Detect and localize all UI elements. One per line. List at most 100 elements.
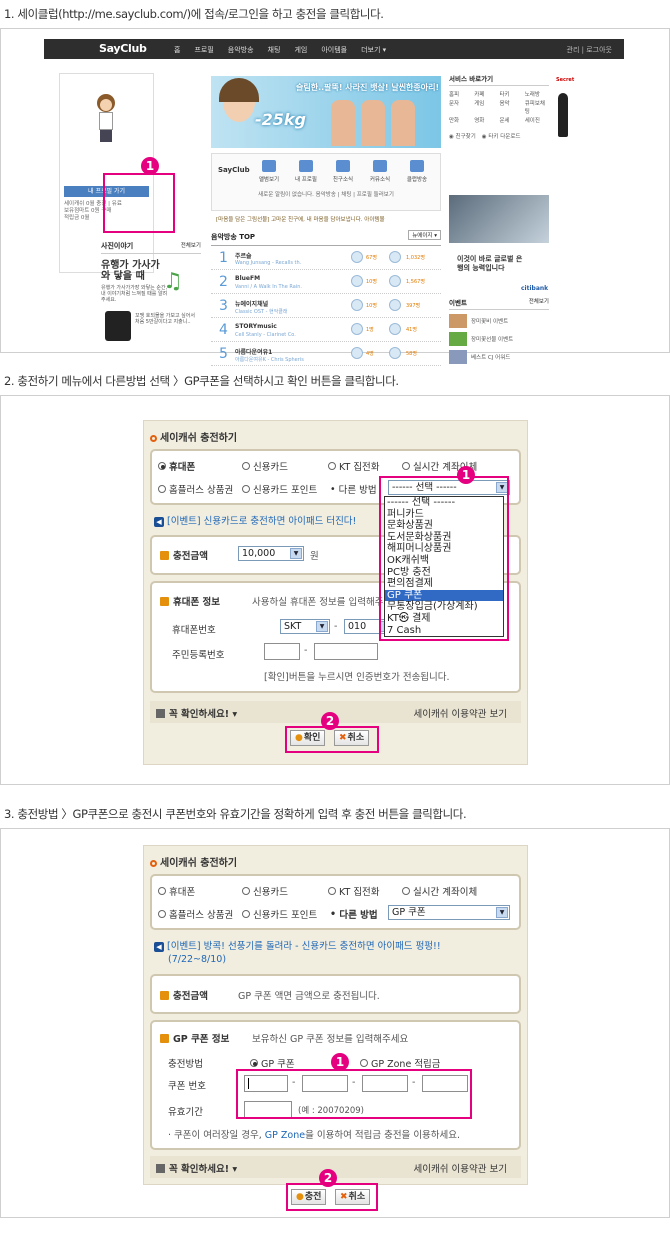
station-name[interactable]: 주르슬 bbox=[235, 251, 252, 260]
method-card[interactable]: 신용카드 bbox=[242, 884, 288, 898]
dash: - bbox=[304, 645, 308, 656]
download-icon[interactable] bbox=[389, 347, 401, 359]
promo-banner[interactable]: 슬림한..팔뚝! 사라진 뱃살! 날씬한종아리! -25kg bbox=[211, 76, 441, 148]
shortcut-link[interactable]: 게임 bbox=[474, 99, 498, 115]
banner-slogan: 슬림한..팔뚝! 사라진 뱃살! 날씬한종아리! bbox=[296, 83, 440, 92]
download-icon[interactable] bbox=[389, 275, 401, 287]
rrn-front-input[interactable] bbox=[264, 643, 300, 660]
method-kt[interactable]: KT 집전화 bbox=[328, 884, 380, 898]
download-icon[interactable] bbox=[389, 251, 401, 263]
method-homeplus[interactable]: 홈플러스 상품권 bbox=[158, 907, 233, 921]
amount-select[interactable]: 10,000 ▼ bbox=[238, 546, 304, 561]
station-name[interactable]: 아름다운여유1 bbox=[235, 347, 272, 356]
method-card[interactable]: 신용카드 bbox=[242, 459, 288, 473]
play-icon[interactable] bbox=[351, 323, 363, 335]
event-text: [이벤트] 방콕! 선풍기를 돌려라 - 신용카드 충전하면 아이패드 펑펑!! bbox=[167, 941, 441, 952]
method-gp-zone[interactable]: GP Zone 적립금 bbox=[360, 1056, 441, 1070]
story-headline[interactable]: 유행가 가사가 와 닿을 때 bbox=[101, 260, 161, 282]
svc-friends[interactable]: 친구소식 bbox=[328, 160, 358, 183]
svc-community[interactable]: 커뮤소식 bbox=[365, 160, 395, 183]
taki-icon[interactable]: ◉ 타키 다운로드 bbox=[482, 132, 521, 140]
rank-row[interactable]: 4 STORYmusic Cell Stanly - Clarinet Co. 1명 4… bbox=[211, 318, 441, 342]
method-label: KT 집전화 bbox=[339, 887, 380, 898]
menu-music[interactable]: 음악방송 bbox=[228, 45, 254, 55]
citibank-ad[interactable]: 이것이 바로 글로벌 은행의 능력입니다 citibank bbox=[449, 165, 549, 295]
shortcut-link[interactable]: 영화 bbox=[474, 116, 498, 124]
terms-link[interactable]: 세이캐쉬 이용약관 보기 bbox=[414, 1161, 507, 1175]
menu-home[interactable]: 홈 bbox=[174, 45, 180, 55]
event-banner[interactable]: ◀ [이벤트] 방콕! 선풍기를 돌려라 - 신용카드 충전하면 아이패드 펑펑!… bbox=[154, 940, 441, 966]
other-method-select[interactable]: GP 쿠폰 ▼ bbox=[388, 905, 510, 920]
download-icon[interactable] bbox=[389, 299, 401, 311]
rrn-back-input[interactable] bbox=[314, 643, 378, 660]
method-phone[interactable]: 휴대폰 bbox=[158, 884, 195, 898]
story-more[interactable]: 전체보기 bbox=[181, 241, 201, 249]
play-icon[interactable] bbox=[351, 347, 363, 359]
menu-game[interactable]: 게임 bbox=[294, 45, 307, 55]
shortcut-link[interactable]: 홈피 bbox=[449, 90, 473, 98]
method-card-point[interactable]: 신용카드 포인트 bbox=[242, 907, 317, 921]
method-phone[interactable]: 휴대폰 bbox=[158, 459, 195, 473]
story-item[interactable]: 꼬맹 호되몰을 가보고 싶어서 처음 5만갈이다고 지출니.. bbox=[135, 313, 195, 325]
highlight-dropdown bbox=[379, 476, 509, 641]
story-thumbnail[interactable] bbox=[105, 311, 131, 341]
play-icon[interactable] bbox=[351, 299, 363, 311]
svc-profile[interactable]: 내 프로필 bbox=[291, 160, 321, 183]
menu-chat[interactable]: 채팅 bbox=[268, 45, 281, 55]
station-name[interactable]: BlueFM bbox=[235, 275, 260, 282]
rrn-label: 주민등록번호 bbox=[172, 650, 225, 661]
shortcut-link[interactable]: 노래방 bbox=[525, 90, 549, 98]
shortcut-link[interactable]: 음악 bbox=[500, 99, 524, 115]
method-label: 홈플러스 상품권 bbox=[169, 485, 234, 496]
rank-row[interactable]: 5 아름다운여유1 아름다운여유K - Chris Spheris 4명 58명 bbox=[211, 342, 441, 366]
event-more[interactable]: 전체보기 bbox=[529, 297, 549, 305]
play-icon[interactable] bbox=[351, 251, 363, 263]
shortcut-link[interactable]: 운세 bbox=[500, 116, 524, 124]
step3-badge-1: 1 bbox=[331, 1053, 349, 1071]
carrier-value: SKT bbox=[284, 621, 302, 632]
event-item[interactable]: 베스트 CJ 어워드 bbox=[449, 350, 549, 364]
menu-more[interactable]: 더보기 ▾ bbox=[361, 45, 386, 55]
station-name[interactable]: STORYmusic bbox=[235, 323, 277, 330]
shortcut-link[interactable]: 타키 bbox=[500, 90, 524, 98]
shortcut-link[interactable]: 세이진 bbox=[525, 116, 549, 124]
ticker[interactable]: [마음을 담은 그림선물] 고마운 친구에, 내 마음을 담아보냅니다. 아이템… bbox=[216, 215, 436, 227]
method-card-point[interactable]: 신용카드 포인트 bbox=[242, 482, 317, 496]
confirm-note[interactable]: 꼭 확인하세요! ▾ bbox=[156, 1161, 237, 1175]
svc-album[interactable]: 앨범보기 bbox=[254, 160, 284, 183]
shortcut-link[interactable]: 문자 bbox=[449, 99, 473, 115]
play-icon[interactable] bbox=[351, 275, 363, 287]
event-item[interactable]: 장미꽃비 이벤트 bbox=[449, 314, 549, 328]
shortcut-link[interactable]: 카페 bbox=[474, 90, 498, 98]
rank-row[interactable]: 3 뉴에이지채널 Classic OST - 현악클래 10명 397명 bbox=[211, 294, 441, 318]
method-bank[interactable]: 실시간 계좌이체 bbox=[402, 884, 477, 898]
carrier-select[interactable]: SKT ▼ bbox=[280, 619, 330, 634]
phone-info-label: 휴대폰 정보 bbox=[160, 594, 220, 608]
terms-link[interactable]: 세이캐쉬 이용약관 보기 bbox=[414, 706, 507, 720]
sayclub-logo[interactable]: SayClub bbox=[99, 42, 147, 55]
listeners-now: 4명 bbox=[366, 351, 374, 357]
method-opt-label: GP Zone 적립금 bbox=[371, 1059, 441, 1070]
shortcut-link[interactable]: 큐피보채팅 bbox=[525, 99, 549, 115]
rank-row[interactable]: 1 주르슬 Wang Junsang - Recalls th. 67명 1,032명 bbox=[211, 246, 441, 270]
genre-select[interactable]: 뉴에이지 ▾ bbox=[408, 230, 441, 240]
shortcut-link[interactable]: 만화 bbox=[449, 116, 473, 124]
method-homeplus[interactable]: 홈플러스 상품권 bbox=[158, 482, 233, 496]
topbar-right-links[interactable]: 관리 | 로그아웃 bbox=[567, 45, 612, 55]
download-icon[interactable] bbox=[389, 323, 401, 335]
secret-ad[interactable]: Secret bbox=[556, 73, 574, 143]
method-kt[interactable]: KT 집전화 bbox=[328, 459, 380, 473]
gp-zone-link[interactable]: GP Zone bbox=[265, 1130, 305, 1141]
confirm-note[interactable]: 꼭 확인하세요! ▾ bbox=[156, 706, 237, 720]
rank-row[interactable]: 2 BlueFM Vanni / A Walk In The Rain. 10명 1,5… bbox=[211, 270, 441, 294]
menu-profile[interactable]: 프로필 bbox=[194, 45, 213, 55]
menu-itemmall[interactable]: 아이템몰 bbox=[321, 45, 347, 55]
chart-title: 음악방송 TOP bbox=[211, 233, 256, 241]
event-banner[interactable]: ◀ [이벤트] 신용카드로 충전하면 아이패드 터진다! bbox=[154, 515, 356, 528]
friend-find-icon[interactable]: ◉ 친구찾기 bbox=[449, 132, 476, 140]
station-name[interactable]: 뉴에이지채널 bbox=[235, 299, 268, 308]
event-item[interactable]: 장미꽃선물 이벤트 bbox=[449, 332, 549, 346]
svc-club[interactable]: 클럽방송 bbox=[402, 160, 432, 183]
radio-icon bbox=[328, 887, 336, 895]
method-gp-coupon[interactable]: GP 쿠폰 bbox=[250, 1056, 295, 1070]
